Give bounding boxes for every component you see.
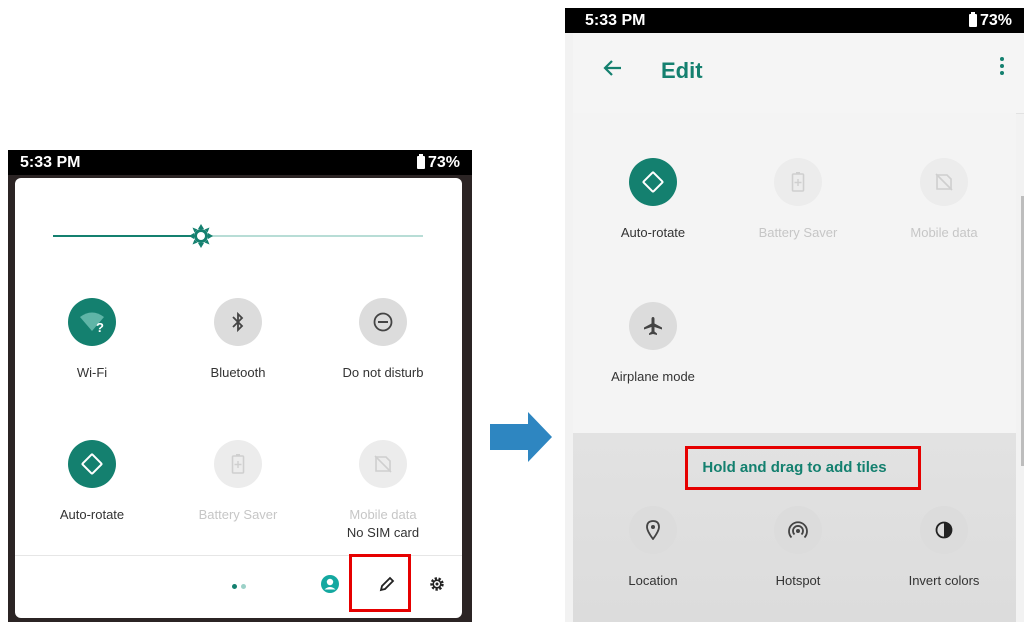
tile-airplane-mode[interactable]: Airplane mode [588, 302, 718, 386]
tile-label: Invert colors [908, 573, 980, 588]
status-time: 5:33 PM [585, 11, 646, 29]
quick-settings-panel: ? Wi-Fi Bluetooth Do not disturb Auto-ro… [15, 178, 462, 618]
tile-label: Auto-rotate [620, 225, 686, 240]
tile-sublabel: No SIM card [346, 525, 420, 540]
tile-label: Mobile data [349, 507, 417, 522]
battery-percent: 73% [427, 153, 460, 171]
user-icon[interactable] [316, 570, 344, 598]
tile-label: Bluetooth [210, 365, 266, 380]
tile-label: Wi-Fi [76, 365, 108, 380]
tile-auto-rotate[interactable]: Auto-rotate [27, 440, 157, 524]
tile-label: Auto-rotate [59, 507, 125, 522]
do-not-disturb-icon [359, 298, 407, 346]
wifi-question-icon: ? [68, 298, 116, 346]
brightness-slider[interactable] [53, 224, 423, 248]
settings-gear-icon[interactable] [423, 570, 451, 598]
page-indicator [232, 584, 246, 589]
battery-percent: 73% [979, 11, 1012, 29]
auto-rotate-icon [629, 158, 677, 206]
status-time: 5:33 PM [20, 153, 81, 171]
tile-label: Do not disturb [342, 365, 424, 380]
battery-status: 73% [968, 11, 1012, 30]
tile-mobile-data[interactable]: Mobile data No SIM card [318, 440, 448, 542]
page-title: Edit [661, 58, 703, 83]
tile-label: Mobile data [910, 225, 978, 240]
tile-battery-saver[interactable]: Battery Saver [733, 158, 863, 242]
battery-status: 73% [416, 153, 460, 172]
tile-battery-saver[interactable]: Battery Saver [173, 440, 303, 524]
brightness-fill [53, 235, 201, 237]
tile-hotspot[interactable]: Hotspot [733, 506, 863, 590]
tile-wifi[interactable]: ? Wi-Fi [27, 298, 157, 382]
overflow-menu-icon[interactable] [1000, 57, 1004, 75]
mobile-data-off-icon [920, 158, 968, 206]
tile-auto-rotate[interactable]: Auto-rotate [588, 158, 718, 242]
tile-bluetooth[interactable]: Bluetooth [173, 298, 303, 382]
tile-label: Battery Saver [198, 507, 278, 522]
brightness-thumb[interactable] [188, 223, 214, 249]
tile-label: Airplane mode [611, 369, 695, 384]
bluetooth-icon [214, 298, 262, 346]
tile-mobile-data[interactable]: Mobile data [879, 158, 1009, 242]
page-dot [241, 584, 246, 589]
hotspot-icon [774, 506, 822, 554]
svg-text:?: ? [96, 320, 104, 333]
battery-saver-icon [774, 158, 822, 206]
mobile-data-off-icon [359, 440, 407, 488]
tile-label: Hotspot [775, 573, 821, 588]
airplane-icon [629, 302, 677, 350]
transition-arrow [490, 412, 552, 467]
auto-rotate-icon [68, 440, 116, 488]
tile-label: Battery Saver [758, 225, 838, 240]
brightness-icon [189, 224, 213, 248]
battery-saver-icon [214, 440, 262, 488]
hint-highlight [685, 446, 921, 490]
location-pin-icon [629, 506, 677, 554]
status-bar: 5:33 PM 73% [8, 150, 472, 175]
tile-location[interactable]: Location [588, 506, 718, 590]
page-dot-active [232, 584, 237, 589]
edit-app-bar: Edit [573, 33, 1024, 114]
back-arrow-icon[interactable] [603, 59, 623, 82]
tile-invert-colors[interactable]: Invert colors [879, 506, 1009, 590]
battery-icon [416, 154, 425, 169]
quick-settings-screen: 5:33 PM 73% ? Wi-Fi Bluetooth Do not dis… [8, 150, 472, 622]
status-bar: 5:33 PM 73% [565, 8, 1024, 33]
invert-colors-icon [920, 506, 968, 554]
edit-button-highlight [349, 554, 411, 612]
edit-tiles-screen: 5:33 PM 73% Edit Auto-rotate Battery Sav… [565, 8, 1024, 622]
tile-do-not-disturb[interactable]: Do not disturb [318, 298, 448, 382]
battery-icon [968, 12, 977, 27]
tile-label: Location [628, 573, 678, 588]
